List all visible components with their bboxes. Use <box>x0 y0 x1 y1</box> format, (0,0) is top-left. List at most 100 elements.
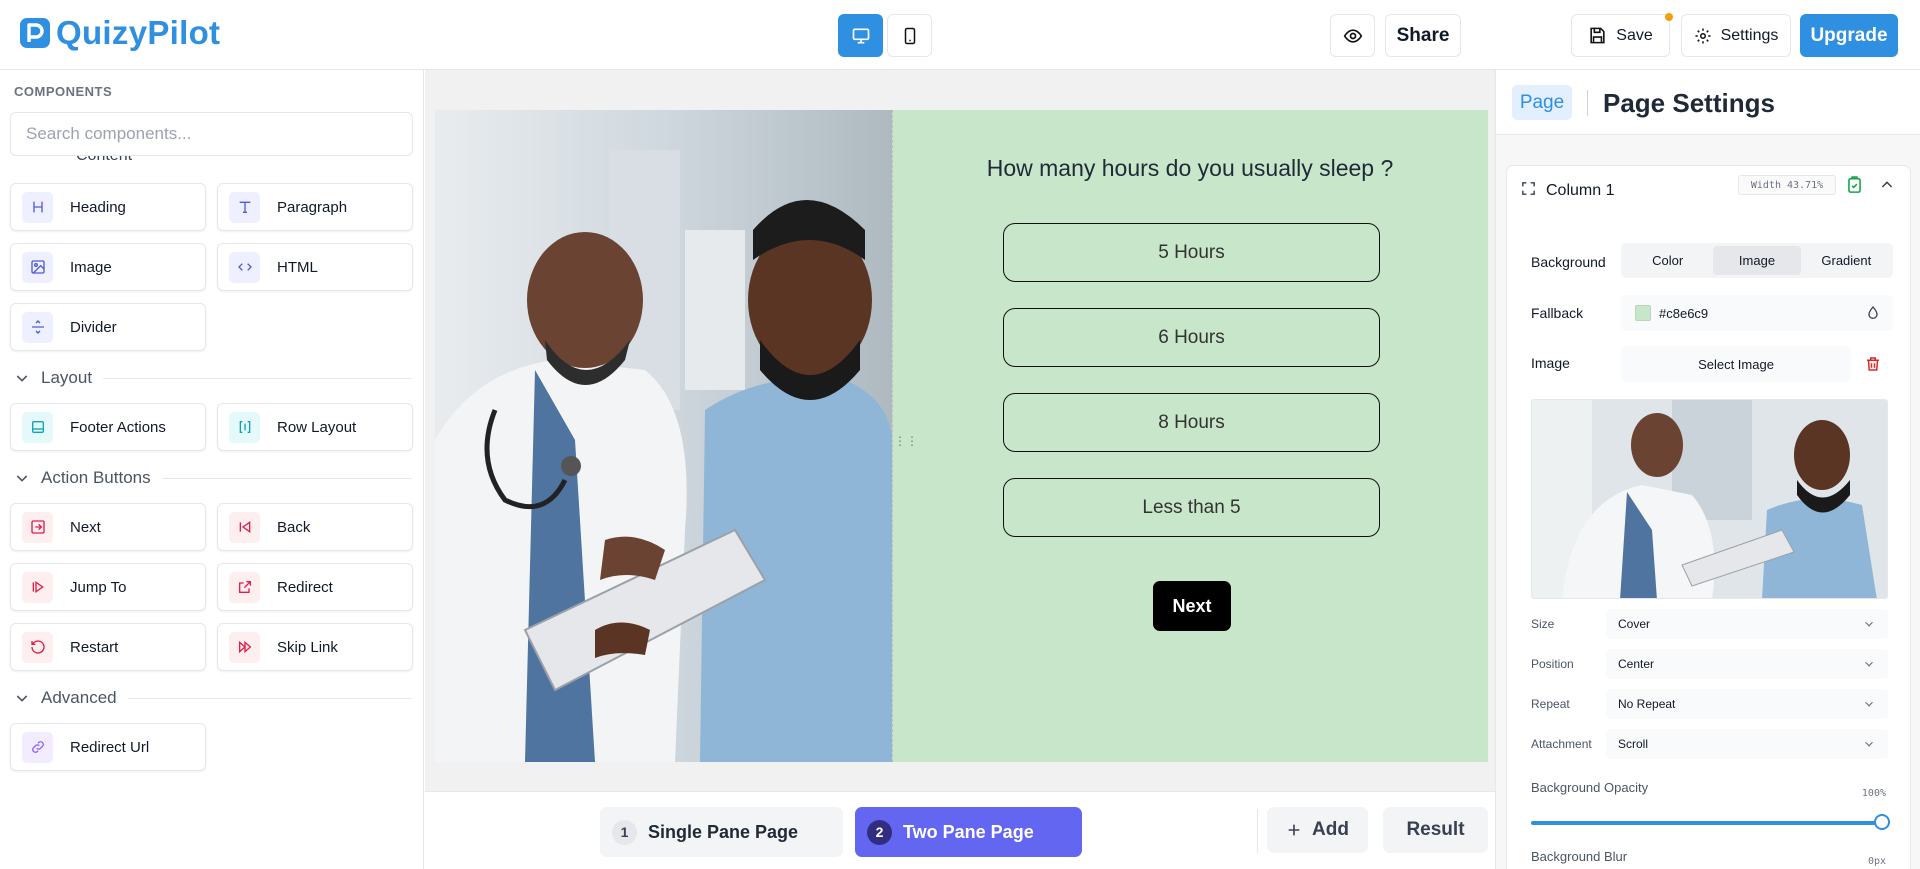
page-tab-label: Two Pane Page <box>903 821 1034 842</box>
expand-icon[interactable] <box>1520 180 1537 197</box>
component-next[interactable]: Next <box>10 503 206 551</box>
answer-option[interactable]: Less than 5 <box>1003 478 1380 537</box>
trash-icon[interactable] <box>1864 355 1882 373</box>
size-select[interactable]: Size Cover <box>1531 609 1888 639</box>
component-footer-actions[interactable]: Footer Actions <box>10 403 206 451</box>
answer-option[interactable]: 8 Hours <box>1003 393 1380 452</box>
component-divider[interactable]: Divider <box>10 303 206 351</box>
component-label: Paragraph <box>277 198 348 216</box>
copy-styles-icon[interactable] <box>1845 175 1864 195</box>
column-1-background-image[interactable] <box>435 110 893 762</box>
attachment-select[interactable]: Attachment Scroll <box>1531 729 1888 759</box>
size-value[interactable]: Cover <box>1606 609 1888 639</box>
save-button[interactable]: Save <box>1571 14 1670 57</box>
paragraph-icon <box>229 191 260 223</box>
bg-option-gradient[interactable]: Gradient <box>1803 246 1890 275</box>
component-label: Jump To <box>70 578 127 596</box>
unsaved-indicator-dot <box>1665 13 1673 21</box>
component-redirect-url[interactable]: Redirect Url <box>10 723 206 771</box>
arrow-right-box-icon <box>22 511 53 543</box>
mobile-icon <box>904 27 915 44</box>
section-label: Advanced <box>41 688 117 707</box>
page-preview[interactable]: ⋮⋮ How many hours do you usually sleep ?… <box>435 110 1488 762</box>
repeat-select[interactable]: Repeat No Repeat <box>1531 689 1888 719</box>
editor-canvas: ⋮⋮ How many hours do you usually sleep ?… <box>425 70 1495 869</box>
fast-forward-icon <box>229 631 260 663</box>
save-label: Save <box>1616 26 1653 44</box>
components-title: COMPONENTS <box>14 84 113 99</box>
component-label: Restart <box>70 638 119 656</box>
image-thumbnail[interactable] <box>1531 399 1888 599</box>
section-action-buttons[interactable]: Action Buttons <box>14 468 412 488</box>
skip-back-icon <box>229 511 260 543</box>
color-picker-icon[interactable] <box>1865 305 1881 321</box>
mobile-view-button[interactable] <box>887 14 932 57</box>
blur-value: 0px <box>1867 856 1886 867</box>
component-label: Image <box>70 258 112 276</box>
repeat-value[interactable]: No Repeat <box>1606 689 1888 719</box>
component-label: Next <box>70 518 101 536</box>
page-tab-two-pane[interactable]: 2 Two Pane Page <box>855 807 1082 857</box>
fallback-color-field[interactable]: #c8e6c9 <box>1621 295 1893 331</box>
component-restart[interactable]: Restart <box>10 623 206 671</box>
bg-option-color[interactable]: Color <box>1624 246 1711 275</box>
restart-icon <box>22 631 53 663</box>
component-redirect[interactable]: Redirect <box>217 563 413 611</box>
select-image-button[interactable]: Select Image <box>1621 346 1851 382</box>
position-select[interactable]: Position Center <box>1531 649 1888 679</box>
add-page-button[interactable]: Add <box>1267 807 1368 853</box>
component-label: Skip Link <box>277 638 338 656</box>
component-search-input[interactable] <box>10 112 413 156</box>
eye-icon <box>1343 28 1362 43</box>
component-label: Heading <box>70 198 126 216</box>
section-label: Action Buttons <box>41 468 151 487</box>
section-advanced[interactable]: Advanced <box>14 688 412 708</box>
opacity-slider-handle[interactable] <box>1874 814 1890 830</box>
position-value[interactable]: Center <box>1606 649 1888 679</box>
bar-divider <box>1257 809 1258 853</box>
app-logo[interactable]: QuizyPilot <box>20 16 220 49</box>
image-icon <box>22 251 53 283</box>
attachment-label: Attachment <box>1531 737 1592 751</box>
logo-mark-icon <box>20 17 50 48</box>
component-row-layout[interactable]: Row Layout <box>217 403 413 451</box>
blur-label: Background Blur <box>1531 849 1628 864</box>
share-button[interactable]: Share <box>1385 14 1461 57</box>
repeat-label: Repeat <box>1531 697 1570 711</box>
component-image[interactable]: Image <box>10 243 206 291</box>
preview-button[interactable] <box>1330 14 1375 57</box>
component-skip-link[interactable]: Skip Link <box>217 623 413 671</box>
column-settings-card: Column 1 Width 43.71% Background Color I… <box>1506 165 1911 869</box>
code-icon <box>229 251 260 283</box>
upgrade-button[interactable]: Upgrade <box>1800 14 1898 57</box>
width-tag: Width 43.71% <box>1738 175 1836 195</box>
chevron-up-icon[interactable] <box>1879 177 1895 193</box>
attachment-value[interactable]: Scroll <box>1606 729 1888 759</box>
component-heading[interactable]: Heading <box>10 183 206 231</box>
section-layout[interactable]: Layout <box>14 368 412 388</box>
column-resize-handle[interactable]: ⋮⋮ <box>894 434 918 448</box>
bg-option-image[interactable]: Image <box>1713 246 1801 275</box>
opacity-slider-track[interactable] <box>1531 821 1883 825</box>
page-tab-label: Single Pane Page <box>648 821 799 842</box>
settings-header: Page Page Settings <box>1496 70 1920 135</box>
column-title: Column 1 <box>1546 182 1615 199</box>
component-label: Footer Actions <box>70 418 166 436</box>
size-label: Size <box>1531 617 1555 631</box>
answer-option[interactable]: 6 Hours <box>1003 308 1380 367</box>
page-tab-single-pane[interactable]: 1 Single Pane Page <box>600 807 843 857</box>
fallback-color-value: #c8e6c9 <box>1659 305 1709 321</box>
page-tab[interactable]: Page <box>1512 85 1572 120</box>
component-jump-to[interactable]: Jump To <box>10 563 206 611</box>
component-label: Redirect Url <box>70 738 150 756</box>
desktop-view-button[interactable] <box>838 14 883 57</box>
component-html[interactable]: HTML <box>217 243 413 291</box>
color-swatch[interactable] <box>1635 305 1651 321</box>
quiz-next-button[interactable]: Next <box>1153 581 1231 631</box>
component-paragraph[interactable]: Paragraph <box>217 183 413 231</box>
result-page-button[interactable]: Result <box>1383 807 1488 853</box>
answer-option[interactable]: 5 Hours <box>1003 223 1380 282</box>
component-back[interactable]: Back <box>217 503 413 551</box>
question-heading[interactable]: How many hours do you usually sleep ? <box>955 152 1425 184</box>
settings-button[interactable]: Settings <box>1681 14 1791 57</box>
